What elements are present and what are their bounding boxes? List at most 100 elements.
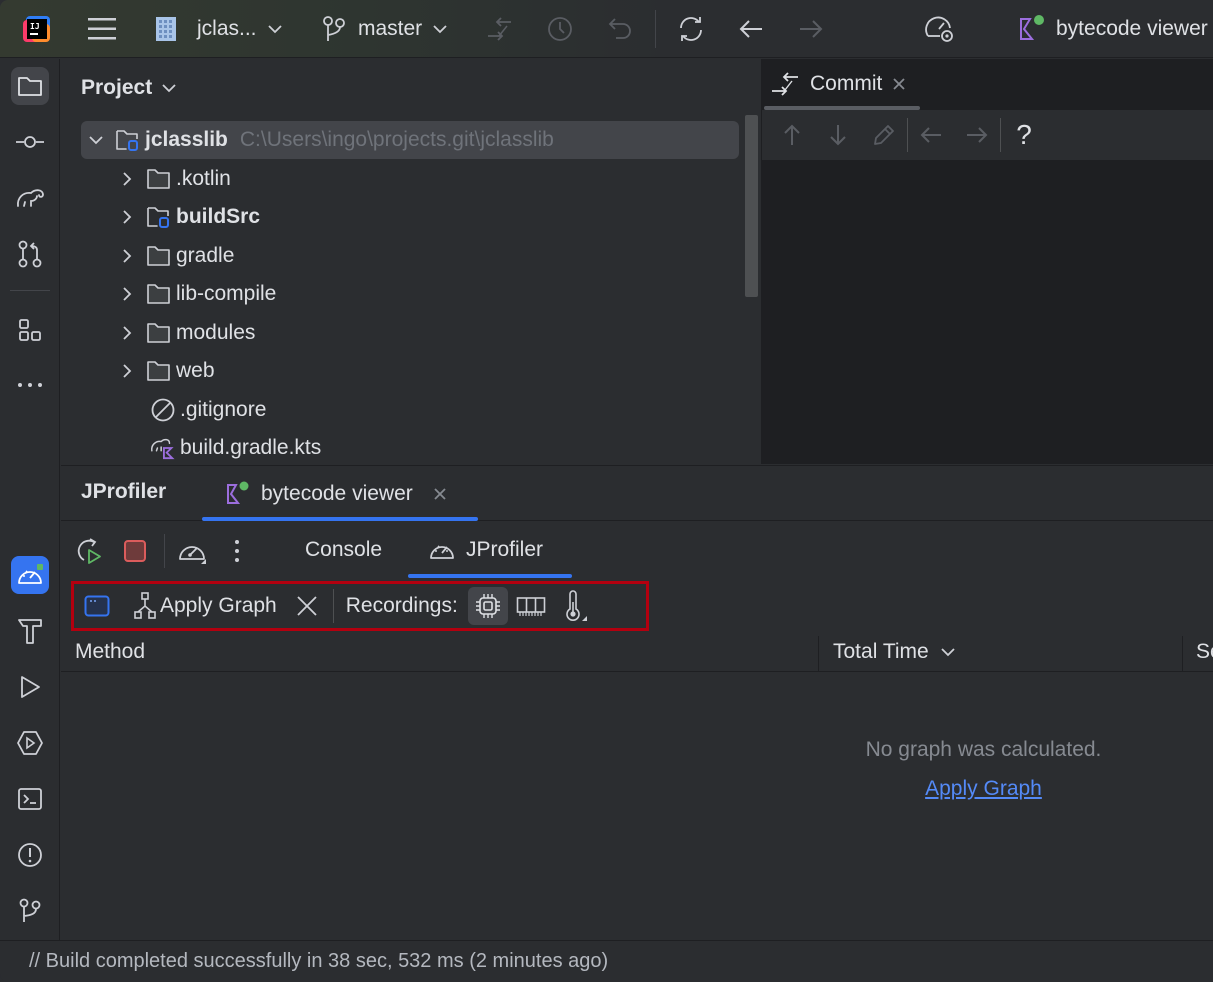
- chevron-right-icon: [122, 210, 131, 224]
- gauge-icon: [430, 545, 454, 559]
- status-bar: // Build completed successfully in 38 se…: [0, 940, 1213, 982]
- memory-recording-toggle[interactable]: [510, 587, 552, 625]
- help-button[interactable]: ?: [1001, 112, 1047, 158]
- toolstrip-structure-button[interactable]: [11, 311, 49, 349]
- expand-arrow[interactable]: [116, 210, 138, 224]
- expand-arrow[interactable]: [116, 325, 138, 340]
- project-view-selector[interactable]: Project: [81, 73, 176, 103]
- profiler-toolbar: Apply Graph Recordings:: [71, 581, 649, 631]
- toolstrip-more-button[interactable]: [11, 366, 49, 404]
- run-config-name: bytecode viewer: [1056, 17, 1208, 40]
- expand-arrow[interactable]: [116, 248, 138, 263]
- more-options-button[interactable]: [220, 534, 254, 568]
- expand-arrow[interactable]: [85, 135, 107, 145]
- apply-graph-button[interactable]: Apply Graph: [128, 587, 283, 625]
- rollback-button[interactable]: [606, 0, 634, 58]
- toolstrip-commit-button[interactable]: [11, 123, 49, 161]
- chevron-right-icon: [122, 248, 131, 263]
- tree-item-jclasslib[interactable]: jclasslib C:\Users\ingo\projects.git\jcl…: [81, 121, 739, 159]
- stop-button[interactable]: [118, 534, 152, 568]
- toolstrip-project-button[interactable]: [11, 67, 49, 105]
- telemetry-recording-dropdown[interactable]: [556, 587, 594, 625]
- clock-icon: [548, 17, 572, 41]
- expand-arrow[interactable]: [116, 364, 138, 378]
- toolstrip-git-button[interactable]: [11, 892, 49, 930]
- rerun-button[interactable]: [73, 534, 107, 568]
- branch-selector[interactable]: master: [322, 0, 448, 58]
- title-bar: IJ jclas... master bytecode viewer: [0, 0, 1213, 58]
- arrow-left-icon: [920, 127, 941, 143]
- module-folder-icon: [146, 204, 172, 230]
- back-button[interactable]: [908, 112, 954, 158]
- tree-item-gitignore[interactable]: .gitignore: [81, 391, 739, 429]
- services-icon: [17, 731, 43, 755]
- chevron-down-icon: [267, 25, 282, 34]
- toolstrip-build-button[interactable]: [11, 612, 49, 650]
- back-button[interactable]: [738, 0, 764, 58]
- tree-item-gradle[interactable]: gradle: [81, 237, 739, 275]
- previous-button[interactable]: [769, 112, 815, 158]
- tool-window-strip: [0, 59, 60, 940]
- edit-button[interactable]: [861, 112, 907, 158]
- close-icon[interactable]: [892, 77, 906, 91]
- toolstrip-services-button[interactable]: [11, 724, 49, 762]
- toolstrip-jprofiler-button[interactable]: [11, 556, 49, 594]
- jprofiler-gauge-icon: [18, 564, 43, 584]
- tab-bytecode-viewer[interactable]: bytecode viewer: [203, 466, 479, 521]
- status-message[interactable]: // Build completed successfully in 38 se…: [29, 950, 608, 973]
- tree-item-name: web: [176, 359, 215, 382]
- chevron-right-icon: [122, 364, 131, 378]
- project-name: jclas...: [197, 17, 257, 40]
- toolstrip-problems-button[interactable]: [11, 836, 49, 874]
- sync-button[interactable]: [676, 0, 706, 58]
- tree-item-buildsrc[interactable]: buildSrc: [81, 198, 739, 236]
- branch-name: master: [358, 17, 423, 40]
- arrow-up-icon: [784, 124, 800, 145]
- tab-commit[interactable]: Commit: [762, 59, 920, 109]
- forward-button[interactable]: [954, 112, 1000, 158]
- column-resize-handle[interactable]: [1182, 636, 1183, 672]
- update-project-button[interactable]: [485, 0, 515, 58]
- column-resize-handle[interactable]: [818, 636, 819, 672]
- cpu-recording-toggle[interactable]: [467, 587, 508, 625]
- tab-console[interactable]: Console: [305, 522, 382, 578]
- expand-arrow[interactable]: [116, 171, 138, 186]
- run-config-selector[interactable]: bytecode viewer: [1018, 0, 1208, 58]
- tree-item-modules[interactable]: modules: [81, 314, 739, 352]
- toggle-panel-button[interactable]: [78, 587, 116, 625]
- toolstrip-run-button[interactable]: [11, 668, 49, 706]
- tree-item-lib-compile[interactable]: lib-compile: [81, 275, 739, 313]
- column-header-method[interactable]: Method: [75, 632, 145, 672]
- column-label: Method: [75, 640, 146, 663]
- apply-graph-link[interactable]: Apply Graph: [811, 777, 1156, 801]
- tree-item-path: C:\Users\ingo\projects.git\jclasslib: [239, 128, 554, 151]
- history-button[interactable]: [546, 0, 574, 58]
- forward-button[interactable]: [798, 0, 824, 58]
- profiling-settings-button[interactable]: [175, 534, 209, 568]
- window-panel-icon: [84, 595, 110, 617]
- refresh-icon: [680, 17, 702, 41]
- terminal-icon: [18, 788, 42, 810]
- more-vertical-icon: [235, 540, 239, 562]
- pull-request-icon: [18, 240, 42, 268]
- project-tree-scrollbar[interactable]: [745, 115, 758, 297]
- project-selector[interactable]: jclas...: [155, 0, 283, 58]
- close-icon[interactable]: [433, 487, 447, 501]
- tab-jprofiler[interactable]: JProfiler: [428, 522, 543, 578]
- profiler-settings-button[interactable]: [924, 0, 956, 58]
- next-button[interactable]: [815, 112, 861, 158]
- toolstrip-gradle-button[interactable]: [11, 179, 49, 217]
- toolstrip-pull-requests-button[interactable]: [11, 235, 49, 273]
- main-menu-button[interactable]: [87, 0, 117, 58]
- chevron-right-icon: [122, 287, 131, 301]
- commit-toolbar: ?: [762, 110, 1213, 160]
- tree-item-kotlin[interactable]: .kotlin: [81, 160, 739, 198]
- toolstrip-terminal-button[interactable]: [11, 780, 49, 818]
- clear-graph-button[interactable]: [289, 587, 325, 625]
- column-header-total-time[interactable]: Total Time: [833, 632, 955, 672]
- ide-logo[interactable]: IJ: [22, 0, 52, 58]
- tree-item-web[interactable]: web: [81, 352, 739, 390]
- tree-item-build-gradle-kts[interactable]: build.gradle.kts: [81, 429, 739, 467]
- column-header-self-time[interactable]: Se: [1196, 632, 1213, 672]
- expand-arrow[interactable]: [116, 287, 138, 301]
